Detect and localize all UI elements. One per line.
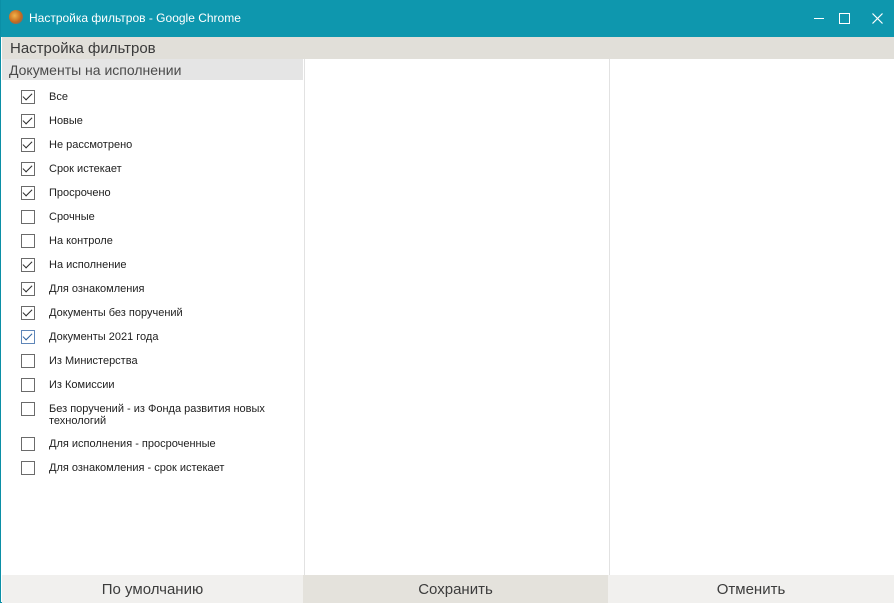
filter-checkbox[interactable]	[21, 378, 35, 392]
filter-item[interactable]: Просрочено	[2, 184, 303, 208]
page-header: Настройка фильтров	[2, 37, 894, 59]
filter-label: Документы без поручений	[49, 307, 183, 319]
filter-item[interactable]: Срочные	[2, 208, 303, 232]
filter-checkbox[interactable]	[21, 437, 35, 451]
filter-label: Срок истекает	[49, 163, 122, 175]
filters-column: Документы на исполнении Все Новые Не рассм…	[2, 59, 303, 575]
filter-label: Для исполнения - просроченные	[49, 438, 216, 450]
filter-item[interactable]: Не рассмотрено	[2, 136, 303, 160]
cancel-button[interactable]: Отменить	[608, 575, 894, 603]
filter-item[interactable]: Для исполнения - просроченные	[2, 435, 303, 459]
filter-checkbox[interactable]	[21, 90, 35, 104]
filter-checkbox[interactable]	[21, 330, 35, 344]
filter-label: Для ознакомления - срок истекает	[49, 462, 225, 474]
filter-label: Просрочено	[49, 187, 111, 199]
close-button[interactable]	[854, 0, 894, 37]
filter-checkbox[interactable]	[21, 114, 35, 128]
filter-checkbox[interactable]	[21, 282, 35, 296]
filter-label: Все	[49, 91, 68, 103]
filter-item[interactable]: На контроле	[2, 232, 303, 256]
chrome-icon	[9, 10, 23, 24]
filter-checkbox[interactable]	[21, 210, 35, 224]
filter-checkbox[interactable]	[21, 138, 35, 152]
close-icon	[871, 13, 883, 24]
window-title: Настройка фильтров - Google Chrome	[29, 11, 241, 25]
filter-list: Все Новые Не рассмотрено Срок истекает Проср…	[2, 88, 303, 483]
filter-checkbox[interactable]	[21, 461, 35, 475]
filter-item[interactable]: Из Министерства	[2, 352, 303, 376]
filter-item[interactable]: Документы 2021 года	[2, 328, 303, 352]
filter-label: На контроле	[49, 235, 113, 247]
browser-window: Настройка фильтров - Google Chrome Настр…	[0, 0, 894, 603]
title-bar[interactable]: Настройка фильтров - Google Chrome	[1, 0, 894, 37]
filter-item[interactable]: Из Комиссии	[2, 376, 303, 400]
filter-label: Новые	[49, 115, 83, 127]
filter-checkbox[interactable]	[21, 234, 35, 248]
filter-checkbox[interactable]	[21, 402, 35, 416]
filter-item[interactable]: Документы без поручений	[2, 304, 303, 328]
filter-label: Без поручений - из Фонда развития новых …	[49, 403, 265, 427]
empty-column-right	[609, 59, 894, 575]
filter-item[interactable]: Срок истекает	[2, 160, 303, 184]
maximize-icon	[838, 13, 850, 24]
column-header: Документы на исполнении	[2, 59, 303, 80]
filter-label: Из Министерства	[49, 355, 138, 367]
filter-label: Из Комиссии	[49, 379, 115, 391]
filter-checkbox[interactable]	[21, 354, 35, 368]
filter-checkbox[interactable]	[21, 258, 35, 272]
filter-label: Не рассмотрено	[49, 139, 133, 151]
column-header-title: Документы на исполнении	[9, 62, 182, 78]
filter-item[interactable]: Для ознакомления - срок истекает	[2, 459, 303, 483]
filter-item[interactable]: На исполнение	[2, 256, 303, 280]
filter-item[interactable]: Для ознакомления	[2, 280, 303, 304]
filter-checkbox[interactable]	[21, 186, 35, 200]
filter-label: На исполнение	[49, 259, 127, 271]
filter-label: Срочные	[49, 211, 95, 223]
filter-label: Документы 2021 года	[49, 331, 159, 343]
filter-item[interactable]: Все	[2, 88, 303, 112]
page-title: Настройка фильтров	[10, 40, 156, 57]
filter-checkbox[interactable]	[21, 306, 35, 320]
filter-item[interactable]: Без поручений - из Фонда развития новых …	[2, 400, 303, 435]
default-button[interactable]: По умолчанию	[2, 575, 303, 603]
save-button[interactable]: Сохранить	[303, 575, 608, 603]
filter-item[interactable]: Новые	[2, 112, 303, 136]
filter-label: Для ознакомления	[49, 283, 145, 295]
empty-column-middle	[304, 59, 609, 575]
filter-checkbox[interactable]	[21, 162, 35, 176]
